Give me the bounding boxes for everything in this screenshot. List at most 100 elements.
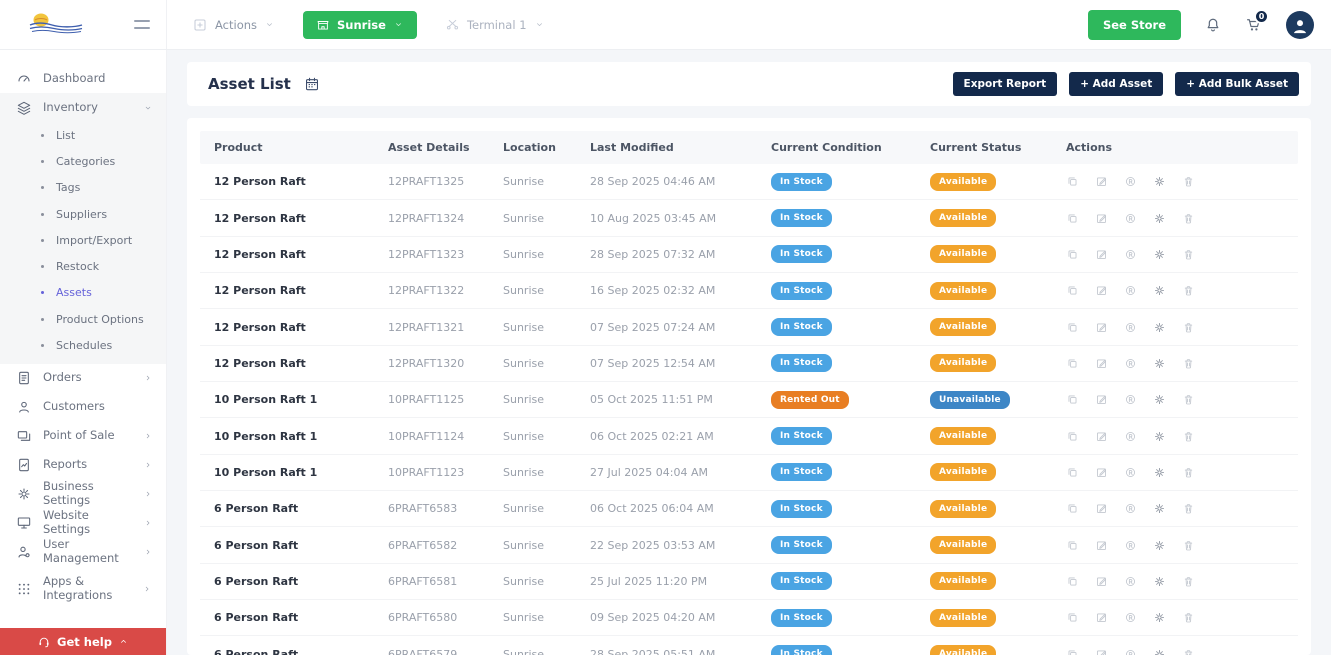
registered-action-button[interactable] — [1124, 466, 1137, 479]
sidebar-item-customers[interactable]: Customers — [0, 393, 166, 422]
trash-action-button[interactable] — [1182, 430, 1195, 443]
gear-action-button[interactable] — [1153, 430, 1166, 443]
edit-action-button[interactable] — [1095, 357, 1108, 370]
edit-action-button[interactable] — [1095, 393, 1108, 406]
sidebar-item-business-settings[interactable]: Business Settings — [0, 480, 166, 509]
sidebar-item-user-management[interactable]: User Management — [0, 538, 166, 567]
trash-action-button[interactable] — [1182, 539, 1195, 552]
actions-dropdown[interactable]: Actions — [192, 17, 275, 33]
gear-action-button[interactable] — [1153, 393, 1166, 406]
sidebar-item-apps-integrations[interactable]: Apps & Integrations — [0, 567, 166, 611]
copy-action-button[interactable] — [1066, 357, 1079, 370]
edit-action-button[interactable] — [1095, 466, 1108, 479]
copy-action-button[interactable] — [1066, 393, 1079, 406]
registered-action-button[interactable] — [1124, 611, 1137, 624]
sidebar-item-website-settings[interactable]: Website Settings — [0, 509, 166, 538]
copy-action-button[interactable] — [1066, 466, 1079, 479]
registered-action-button[interactable] — [1124, 212, 1137, 225]
trash-action-button[interactable] — [1182, 212, 1195, 225]
gear-action-button[interactable] — [1153, 284, 1166, 297]
edit-action-button[interactable] — [1095, 575, 1108, 588]
gear-action-button[interactable] — [1153, 648, 1166, 655]
calendar-filter-button[interactable] — [304, 76, 320, 92]
gear-action-button[interactable] — [1153, 575, 1166, 588]
store-selector-button[interactable]: Sunrise — [303, 11, 417, 39]
registered-action-button[interactable] — [1124, 357, 1137, 370]
sidebar-item-import-export[interactable]: Import/Export — [0, 227, 166, 253]
trash-action-button[interactable] — [1182, 357, 1195, 370]
edit-action-button[interactable] — [1095, 611, 1108, 624]
edit-action-button[interactable] — [1095, 648, 1108, 655]
copy-action-button[interactable] — [1066, 248, 1079, 261]
gear-action-button[interactable] — [1153, 466, 1166, 479]
registered-action-button[interactable] — [1124, 284, 1137, 297]
edit-action-button[interactable] — [1095, 212, 1108, 225]
bell-icon[interactable] — [1204, 16, 1222, 34]
registered-action-button[interactable] — [1124, 648, 1137, 655]
registered-action-button[interactable] — [1124, 430, 1137, 443]
edit-action-button[interactable] — [1095, 284, 1108, 297]
trash-action-button[interactable] — [1182, 248, 1195, 261]
add-asset-button[interactable]: + Add Asset — [1069, 72, 1163, 96]
registered-action-button[interactable] — [1124, 393, 1137, 406]
copy-action-button[interactable] — [1066, 575, 1079, 588]
copy-action-button[interactable] — [1066, 284, 1079, 297]
sidebar-item-reports[interactable]: Reports — [0, 451, 166, 480]
trash-action-button[interactable] — [1182, 575, 1195, 588]
gear-action-button[interactable] — [1153, 539, 1166, 552]
gear-action-button[interactable] — [1153, 502, 1166, 515]
sidebar-item-assets[interactable]: Assets — [0, 280, 166, 306]
get-help-button[interactable]: Get help — [0, 628, 166, 655]
edit-action-button[interactable] — [1095, 321, 1108, 334]
trash-action-button[interactable] — [1182, 393, 1195, 406]
gear-action-button[interactable] — [1153, 248, 1166, 261]
edit-action-button[interactable] — [1095, 539, 1108, 552]
edit-action-button[interactable] — [1095, 248, 1108, 261]
sidebar-item-inventory[interactable]: Inventory — [0, 93, 166, 122]
sidebar-item-tags[interactable]: Tags — [0, 175, 166, 201]
terminal-dropdown[interactable]: Terminal 1 — [445, 17, 545, 32]
copy-action-button[interactable] — [1066, 539, 1079, 552]
copy-action-button[interactable] — [1066, 430, 1079, 443]
edit-action-button[interactable] — [1095, 430, 1108, 443]
sidebar-item-schedules[interactable]: Schedules — [0, 332, 166, 358]
add-bulk-asset-button[interactable]: + Add Bulk Asset — [1175, 72, 1299, 96]
copy-action-button[interactable] — [1066, 502, 1079, 515]
edit-action-button[interactable] — [1095, 502, 1108, 515]
trash-action-button[interactable] — [1182, 175, 1195, 188]
sidebar-item-list[interactable]: List — [0, 122, 166, 148]
sidebar-toggle-button[interactable] — [132, 16, 152, 33]
sidebar-item-categories[interactable]: Categories — [0, 148, 166, 174]
gear-action-button[interactable] — [1153, 175, 1166, 188]
gear-action-button[interactable] — [1153, 212, 1166, 225]
sidebar-item-suppliers[interactable]: Suppliers — [0, 201, 166, 227]
gear-action-button[interactable] — [1153, 611, 1166, 624]
sidebar-item-restock[interactable]: Restock — [0, 253, 166, 279]
sidebar-item-dashboard[interactable]: Dashboard — [0, 64, 166, 93]
cart-button[interactable]: 0 — [1245, 16, 1263, 34]
registered-action-button[interactable] — [1124, 248, 1137, 261]
registered-action-button[interactable] — [1124, 502, 1137, 515]
trash-action-button[interactable] — [1182, 648, 1195, 655]
sidebar-item-orders[interactable]: Orders — [0, 364, 166, 393]
see-store-button[interactable]: See Store — [1088, 10, 1181, 40]
sidebar-item-product-options[interactable]: Product Options — [0, 306, 166, 332]
user-avatar[interactable] — [1286, 11, 1314, 39]
trash-action-button[interactable] — [1182, 502, 1195, 515]
copy-action-button[interactable] — [1066, 175, 1079, 188]
copy-action-button[interactable] — [1066, 611, 1079, 624]
edit-action-button[interactable] — [1095, 175, 1108, 188]
copy-action-button[interactable] — [1066, 321, 1079, 334]
registered-action-button[interactable] — [1124, 575, 1137, 588]
trash-action-button[interactable] — [1182, 321, 1195, 334]
copy-action-button[interactable] — [1066, 648, 1079, 655]
gear-action-button[interactable] — [1153, 321, 1166, 334]
registered-action-button[interactable] — [1124, 321, 1137, 334]
export-report-button[interactable]: Export Report — [953, 72, 1058, 96]
trash-action-button[interactable] — [1182, 611, 1195, 624]
trash-action-button[interactable] — [1182, 284, 1195, 297]
sidebar-item-point-of-sale[interactable]: Point of Sale — [0, 422, 166, 451]
registered-action-button[interactable] — [1124, 175, 1137, 188]
gear-action-button[interactable] — [1153, 357, 1166, 370]
copy-action-button[interactable] — [1066, 212, 1079, 225]
